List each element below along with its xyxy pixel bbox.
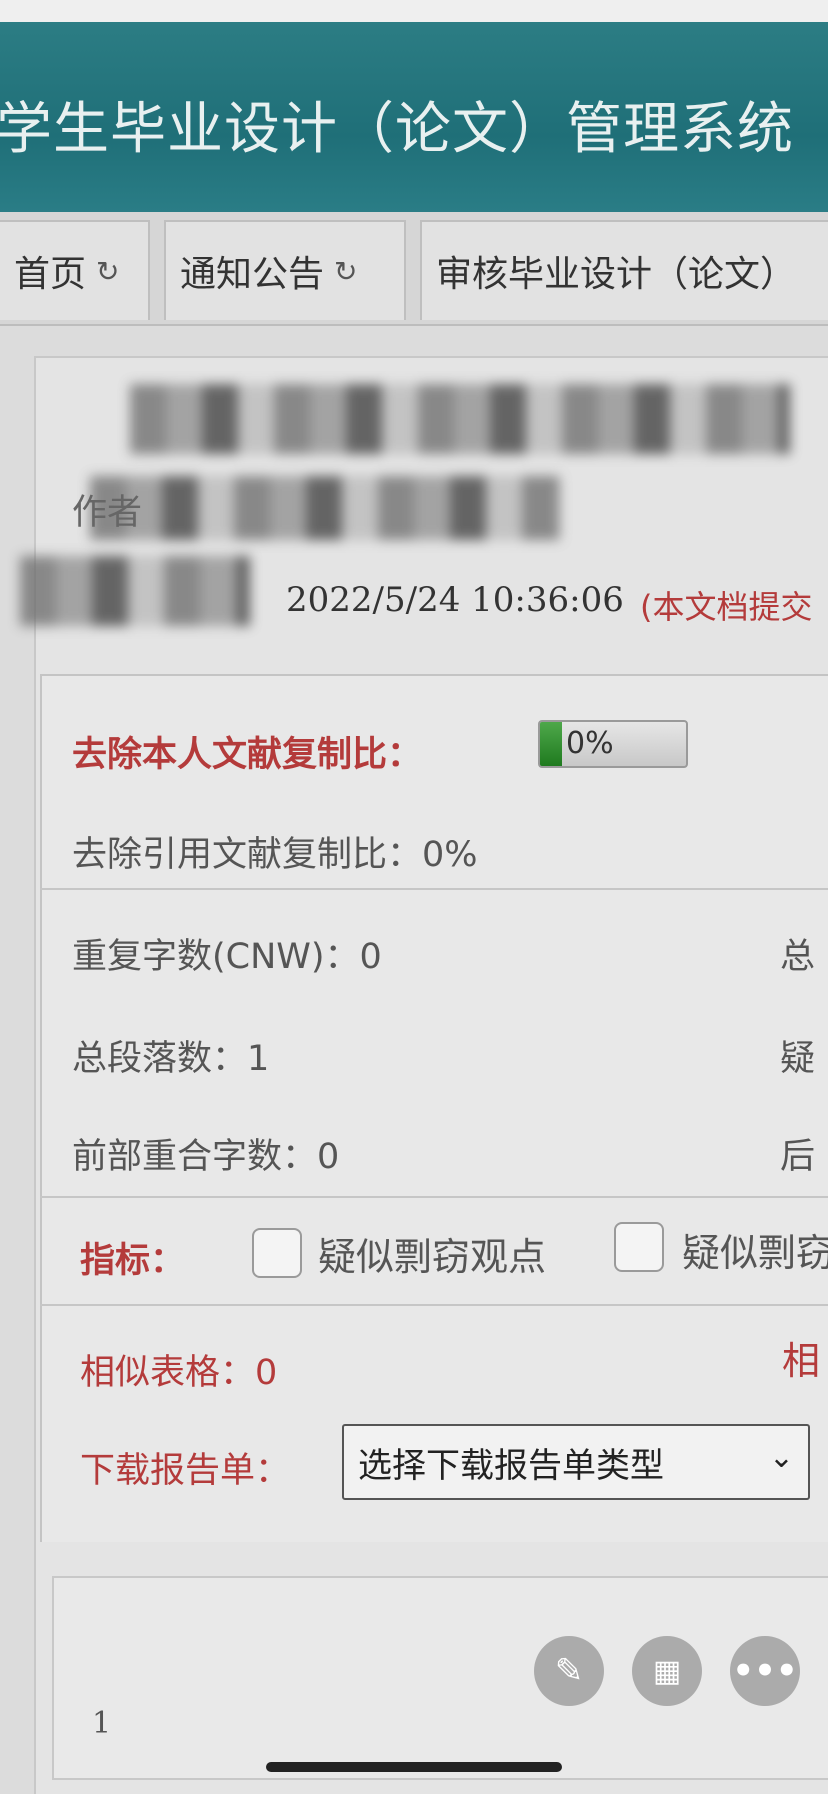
cite-copy-ratio: 去除引用文献复制比：0%	[72, 835, 478, 875]
app-title: 学生毕业设计（论文）管理系统	[0, 97, 794, 162]
tab-home[interactable]: 首页 ↻	[0, 220, 150, 320]
header-bar: 学生毕业设计（论文）管理系统	[0, 22, 828, 212]
report-type-select-value: 选择下载报告单类型	[358, 1445, 664, 1486]
progress-fill	[540, 722, 562, 766]
tab-bar: 首页 ↻ 通知公告 ↻ 审核毕业设计（论文）	[0, 212, 828, 326]
submitted-note: (本文档提交	[640, 588, 813, 626]
front-overlap-right: 后	[780, 1137, 816, 1177]
list-item-index: 1	[92, 1706, 112, 1741]
indicator-checkbox-1[interactable]	[252, 1228, 302, 1278]
progress-label: 0%	[566, 726, 614, 761]
indicator-label: 指标：	[80, 1241, 186, 1281]
tab-review-thesis[interactable]: 审核毕业设计（论文）	[420, 220, 828, 320]
paragraph-count: 总段落数：1	[72, 1039, 270, 1079]
chevron-down-icon: ⌄	[768, 1440, 794, 1475]
paragraph-count-right: 疑	[780, 1039, 816, 1079]
download-label: 下载报告单：	[80, 1451, 291, 1491]
result-list	[52, 1576, 828, 1780]
divider	[40, 1304, 828, 1306]
repeat-chars-right: 总	[780, 937, 816, 977]
submitted-time: 2022/5/24 10:36:06	[286, 580, 624, 620]
author-label: 作者	[72, 493, 143, 533]
front-overlap: 前部重合字数：0	[72, 1137, 340, 1177]
copy-ratio-progress: 0%	[538, 720, 688, 768]
browser-top-strip	[0, 0, 828, 22]
divider	[40, 1196, 828, 1198]
more-icon[interactable]: •••	[730, 1636, 800, 1706]
tab-notices[interactable]: 通知公告 ↻	[164, 220, 406, 320]
report-section	[40, 674, 828, 1542]
divider	[40, 888, 828, 890]
tab-home-label: 首页	[14, 254, 87, 295]
refresh-icon[interactable]: ↻	[96, 255, 119, 288]
redacted-meta	[20, 556, 250, 626]
self-copy-label: 去除本人文献复制比：	[72, 735, 423, 775]
tab-notices-label: 通知公告	[180, 254, 325, 295]
tab-review-thesis-label: 审核毕业设计（论文）	[436, 254, 797, 295]
redacted-title	[130, 384, 790, 454]
refresh-icon[interactable]: ↻	[334, 255, 357, 288]
indicator-1-label: 疑似剽窃观点	[318, 1235, 547, 1279]
pencil-icon[interactable]: ✎	[534, 1636, 604, 1706]
indicator-checkbox-2[interactable]	[614, 1222, 664, 1272]
indicator-2-label: 疑似剽窃	[682, 1231, 828, 1275]
repeat-chars: 重复字数(CNW)：0	[72, 937, 382, 977]
similar-tables: 相似表格：0	[80, 1353, 278, 1393]
redacted-author	[90, 476, 560, 540]
grid-icon[interactable]: ▦	[632, 1636, 702, 1706]
report-type-select[interactable]: 选择下载报告单类型 ⌄	[342, 1424, 810, 1500]
home-indicator[interactable]	[266, 1762, 562, 1772]
similar-tables-right: 相	[782, 1339, 821, 1383]
